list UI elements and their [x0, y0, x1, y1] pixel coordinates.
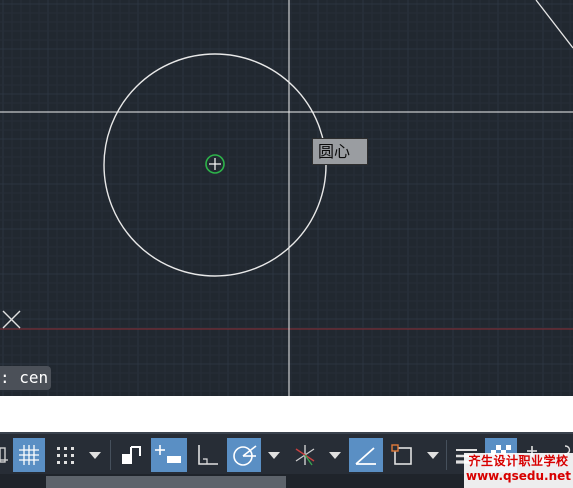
- watermark-url: www.qsedu.net: [465, 469, 572, 483]
- polar-dropdown-icon: [268, 452, 280, 459]
- diagonal-line[interactable]: [535, 0, 573, 49]
- viewport-gap: [0, 396, 573, 432]
- drawing-canvas[interactable]: 圆心 : cen: [0, 0, 573, 396]
- isometric-drafting-icon: [295, 445, 315, 466]
- status-bar-divider: [0, 432, 573, 434]
- isometric-drafting-button[interactable]: [288, 438, 322, 472]
- ortho-mode-icon: [198, 445, 218, 465]
- snap-dropdown-button[interactable]: [84, 438, 106, 472]
- infer-constraints-icon: [122, 446, 141, 464]
- model-space-button[interactable]: [0, 438, 10, 472]
- status-separator: [446, 440, 447, 470]
- polar-tracking-button[interactable]: [227, 438, 261, 472]
- isometric-dropdown-button[interactable]: [324, 438, 346, 472]
- snap-mode-icon: [57, 447, 74, 464]
- grid-display-icon: [19, 445, 39, 465]
- object-snap-dropdown-button[interactable]: [422, 438, 444, 472]
- polar-dropdown-button[interactable]: [263, 438, 285, 472]
- snap-mode-button[interactable]: [48, 438, 82, 472]
- dynamic-input-button[interactable]: [151, 438, 187, 472]
- drawing-svg[interactable]: [0, 0, 573, 396]
- snap-dropdown-icon: [89, 452, 101, 459]
- polar-tracking-icon: [233, 445, 257, 466]
- object-snap-tracking-icon: [355, 447, 376, 465]
- object-snap-icon: [391, 444, 412, 465]
- status-separator: [110, 440, 111, 470]
- object-snap-tracking-button[interactable]: [349, 438, 383, 472]
- center-snap-marker: [205, 154, 225, 174]
- infer-constraints-button[interactable]: [114, 438, 148, 472]
- isometric-dropdown-icon: [329, 452, 341, 459]
- snap-tooltip: 圆心: [312, 138, 368, 165]
- object-snap-dropdown-icon: [427, 452, 439, 459]
- scrollbar-thumb[interactable]: [46, 476, 286, 488]
- watermark: 齐生设计职业学校 www.qsedu.net: [464, 453, 573, 488]
- dynamic-input-icon: [155, 445, 181, 463]
- grid: [0, 0, 573, 396]
- watermark-name: 齐生设计职业学校: [468, 454, 569, 468]
- object-snap-button[interactable]: [386, 438, 420, 472]
- ortho-mode-button[interactable]: [190, 438, 224, 472]
- command-line[interactable]: : cen: [0, 366, 52, 390]
- model-space-icon: [0, 447, 8, 463]
- grid-display-button[interactable]: [13, 438, 45, 472]
